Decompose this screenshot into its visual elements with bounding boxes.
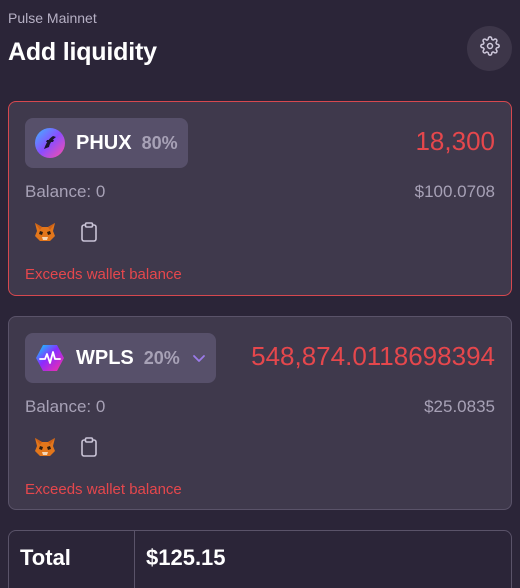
settings-button[interactable] — [467, 26, 512, 71]
phux-logo-icon — [35, 128, 65, 158]
error-message: Exceeds wallet balance — [25, 481, 182, 498]
token-input-card-wpls: WPLS 20% 548,874.0118698394 Balance: 0 $… — [8, 316, 512, 510]
chevron-down-icon — [192, 353, 206, 363]
amount-input[interactable]: 548,874.0118698394 — [251, 341, 495, 372]
metamask-fox-icon[interactable] — [33, 435, 57, 459]
gear-icon — [479, 36, 500, 61]
total-value: $125.15 — [146, 545, 226, 570]
network-label: Pulse Mainnet — [8, 10, 97, 26]
usd-value: $100.0708 — [414, 182, 495, 201]
token-symbol: PHUX — [76, 131, 132, 154]
amount-input[interactable]: 18,300 — [415, 126, 495, 157]
balance-label: Balance: 0 — [25, 182, 106, 201]
token-select-button-phux[interactable]: PHUX 80% — [25, 118, 188, 168]
metamask-fox-icon[interactable] — [33, 220, 57, 244]
total-summary: Total $125.15 — [8, 530, 512, 588]
error-message: Exceeds wallet balance — [25, 266, 182, 283]
token-input-card-phux: PHUX 80% 18,300 Balance: 0 $100.0708 Exc… — [8, 101, 512, 296]
token-select-button-wpls[interactable]: WPLS 20% — [25, 333, 216, 383]
total-label: Total — [20, 545, 71, 570]
page-title: Add liquidity — [8, 38, 157, 66]
clipboard-icon[interactable] — [77, 220, 101, 244]
token-weight: 20% — [143, 347, 180, 368]
usd-value: $25.0835 — [424, 397, 495, 416]
balance-label: Balance: 0 — [25, 397, 106, 416]
wpls-logo-icon — [35, 343, 65, 373]
token-weight: 80% — [141, 132, 178, 153]
total-label-cell: Total — [9, 531, 135, 588]
clipboard-icon[interactable] — [77, 435, 101, 459]
token-symbol: WPLS — [76, 346, 134, 369]
